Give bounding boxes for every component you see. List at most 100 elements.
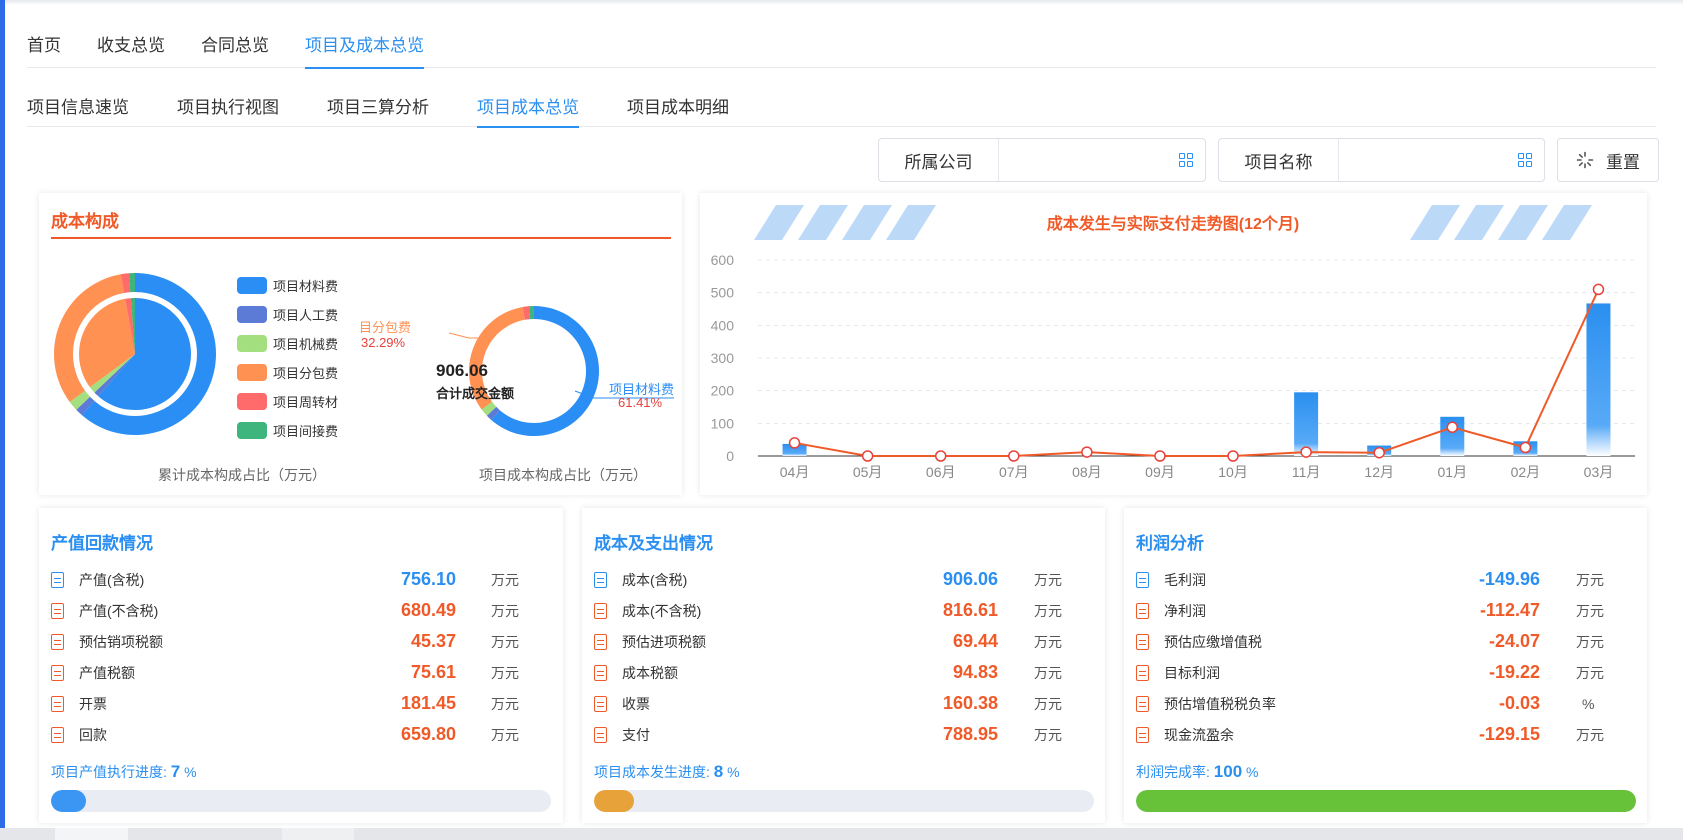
y-tick-label: 300: [711, 350, 735, 366]
stat-row: 收票 160.38 万元: [594, 688, 1093, 719]
tab-income-expense[interactable]: 收支总览: [97, 22, 165, 68]
stat-label: 毛利润: [1164, 571, 1206, 588]
line-point[interactable]: [1227, 450, 1239, 462]
x-tick-label: 09月: [1145, 464, 1175, 480]
line-point[interactable]: [861, 450, 874, 462]
project-cost-donut[interactable]: [469, 306, 599, 436]
document-icon: [1136, 602, 1149, 619]
subtab-cost-overview[interactable]: 项目成本总览: [477, 86, 579, 128]
stat-unit: 万元: [491, 571, 519, 588]
stat-value: 45.37: [410, 631, 456, 651]
legend-swatch: [237, 422, 267, 439]
cost-trend-chart[interactable]: 成本发生与实际支付走势图(12个月) 0 100 200 300 400 500 600 0…: [700, 193, 1647, 495]
output-progress-label: 项目产值执行进度: 7 %: [51, 762, 197, 781]
stat-label: 净利润: [1164, 602, 1206, 619]
subtab-project-info[interactable]: 项目信息速览: [27, 86, 129, 127]
document-icon: [1136, 633, 1149, 650]
stat-unit: 万元: [1034, 695, 1062, 712]
company-select[interactable]: [999, 139, 1205, 181]
tab-contracts[interactable]: 合同总览: [201, 22, 269, 68]
line-point[interactable]: [1300, 446, 1312, 458]
document-icon: [51, 664, 64, 681]
line-point[interactable]: [934, 450, 947, 462]
stat-label: 产值(含税): [79, 571, 145, 588]
stat-label: 产值税额: [79, 664, 135, 681]
legend-item[interactable]: 项目机械费: [237, 329, 338, 358]
donut-total-value: 906.06: [436, 361, 488, 380]
main-tabs: 首页 收支总览 合同总览 项目及成本总览: [27, 22, 1656, 69]
stat-unit: 万元: [1034, 633, 1062, 650]
cumulative-cost-pie[interactable]: [54, 273, 216, 435]
stat-row: 成本税额 94.83 万元: [594, 657, 1093, 688]
company-filter: 所属公司: [878, 138, 1206, 182]
stat-unit: 万元: [491, 602, 519, 619]
stripe-decoration-left: [754, 205, 936, 240]
subtab-three-calc[interactable]: 项目三算分析: [327, 86, 429, 127]
left-accent-bar: [0, 0, 5, 840]
line-point[interactable]: [1008, 450, 1020, 462]
company-filter-label: 所属公司: [879, 139, 999, 181]
x-tick-label: 06月: [926, 464, 956, 480]
stat-label: 产值(不含税): [79, 602, 159, 619]
x-tick-label: 10月: [1218, 464, 1248, 480]
project-filter-label: 项目名称: [1219, 139, 1339, 181]
document-icon: [1136, 571, 1149, 588]
legend-item[interactable]: 项目材料费: [237, 271, 338, 300]
profit-progress-fill: [1136, 790, 1636, 812]
stat-label: 预估进项税额: [622, 633, 706, 650]
chart-title: 成本发生与实际支付走势图(12个月): [1047, 214, 1299, 233]
donut-total-label: 合计成交金额: [436, 386, 515, 401]
legend-item[interactable]: 项目周转材: [237, 387, 338, 416]
line-point[interactable]: [1446, 421, 1459, 434]
payment-line: [794, 288, 1600, 457]
document-icon: [51, 726, 64, 743]
grid-icon[interactable]: [1518, 153, 1532, 167]
profit-analysis-panel: 利润分析 毛利润 -149.96 万元 净利润 -112.47 万元 预估应缴增值税 -2…: [1124, 508, 1647, 823]
legend-swatch: [237, 335, 267, 352]
legend-item[interactable]: 项目人工费: [237, 300, 338, 329]
stat-unit: 万元: [491, 633, 519, 650]
subtab-cost-detail[interactable]: 项目成本明细: [627, 86, 729, 127]
grid-icon[interactable]: [1179, 153, 1193, 167]
stat-unit: 万元: [1034, 571, 1062, 588]
stat-unit: 万元: [1576, 664, 1604, 681]
legend-label: 项目间接费: [273, 424, 339, 439]
stat-unit: 万元: [1576, 602, 1604, 619]
legend-item[interactable]: 项目分包费: [237, 358, 338, 387]
stat-value: 160.38: [942, 693, 998, 713]
loading-icon: [1576, 151, 1594, 169]
line-point[interactable]: [1373, 446, 1385, 459]
x-tick-label: 03月: [1584, 464, 1614, 480]
cost-panel-title: 成本及支出情况: [594, 534, 713, 553]
project-select[interactable]: [1339, 139, 1544, 181]
cost-progress-fill: [594, 790, 634, 812]
line-point[interactable]: [788, 437, 801, 449]
pie2-caption: 项目成本构成占比（万元）: [479, 467, 647, 483]
document-icon: [51, 602, 64, 619]
document-icon: [594, 633, 607, 650]
stat-row: 目标利润 -19.22 万元: [1136, 657, 1635, 688]
reset-button[interactable]: 重置: [1557, 138, 1659, 182]
stat-row: 回款 659.80 万元: [51, 719, 551, 750]
line-point[interactable]: [1154, 450, 1166, 462]
bar[interactable]: [1586, 303, 1611, 456]
stat-label: 支付: [622, 726, 650, 743]
tab-project-cost[interactable]: 项目及成本总览: [305, 22, 424, 69]
line-point[interactable]: [1592, 283, 1605, 296]
callout-left-pct: 32.29%: [361, 335, 406, 350]
x-tick-label: 12月: [1364, 464, 1394, 480]
pie1-caption: 累计成本构成占比（万元）: [158, 467, 326, 483]
legend-item[interactable]: 项目间接费: [237, 416, 338, 445]
subtab-execution-view[interactable]: 项目执行视图: [177, 86, 279, 127]
y-tick-label: 600: [711, 252, 735, 268]
legend-swatch: [237, 306, 267, 323]
line-point[interactable]: [1081, 446, 1093, 458]
stat-value: 756.10: [400, 569, 456, 589]
reset-label: 重置: [1606, 152, 1640, 172]
stat-value: 181.45: [400, 693, 456, 713]
document-icon: [1136, 664, 1149, 681]
legend-swatch: [237, 364, 267, 381]
stat-value: -149.96: [1478, 569, 1540, 589]
tab-home[interactable]: 首页: [27, 22, 61, 68]
line-point[interactable]: [1519, 441, 1532, 454]
